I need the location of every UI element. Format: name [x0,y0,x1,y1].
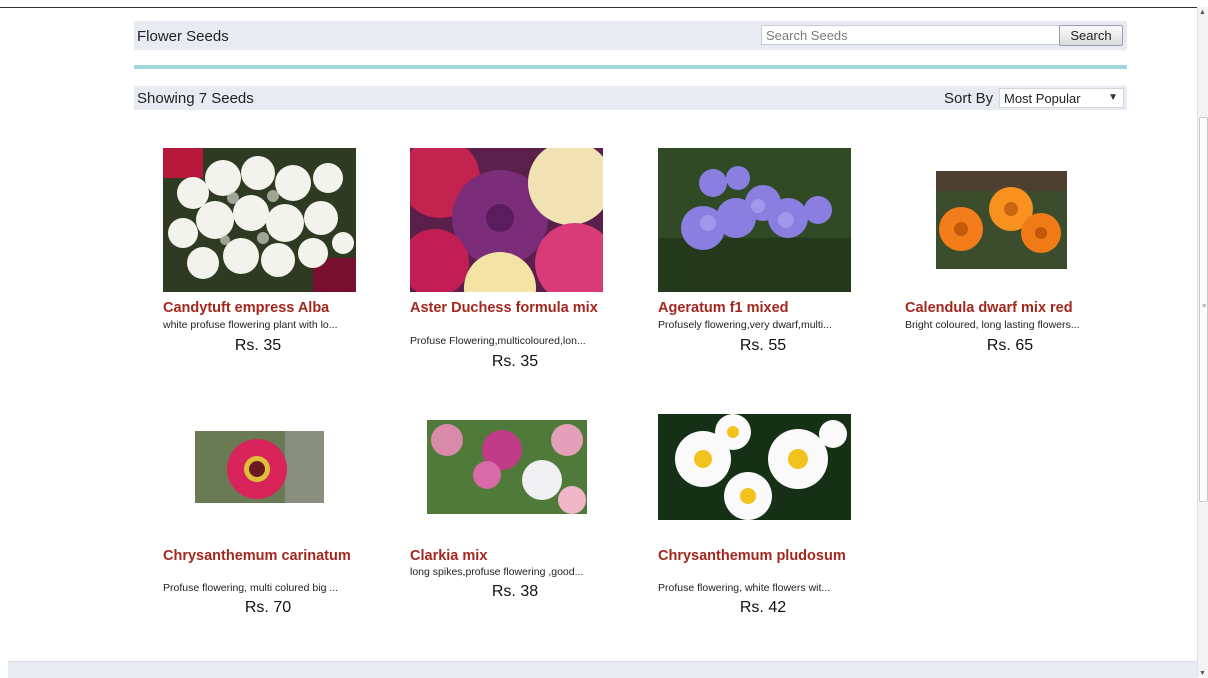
product-image[interactable] [658,414,851,520]
product-description: Bright coloured, long lasting flowers... [905,319,1080,331]
scroll-up-icon[interactable]: ▲ [1199,9,1206,16]
results-count: Showing 7 Seeds [137,90,254,107]
vertical-scrollbar[interactable]: ▲ ≡ ▼ [1197,7,1208,677]
product-price: Rs. 65 [986,337,1034,354]
product-name[interactable]: Chrysanthemum carinatum [163,548,358,564]
product-image[interactable] [658,148,851,292]
product-price: Rs. 35 [491,353,539,370]
accent-divider [134,65,1127,69]
sort-select[interactable]: Most Popular ▼ [999,88,1124,108]
search-input[interactable] [761,25,1062,45]
header-bar: Flower Seeds Search [134,21,1127,50]
product-description: Profuse Flowering,multicoloured,lon... [410,335,586,347]
product-price: Rs. 55 [739,337,787,354]
product-name[interactable]: Ageratum f1 mixed [658,300,853,316]
product-price: Rs. 35 [234,337,282,354]
footer-bar [8,661,1197,678]
product-name[interactable]: Chrysanthemum pludosum [658,548,853,564]
product-description: Profuse flowering, multi colured big ... [163,582,339,594]
product-price: Rs. 70 [244,599,292,616]
product-price: Rs. 42 [739,599,787,616]
product-description: white profuse flowering plant with lo... [163,319,338,331]
product-image[interactable] [936,171,1067,269]
page-title: Flower Seeds [137,28,229,45]
sort-label: Sort By [944,90,994,107]
product-image[interactable] [163,148,356,292]
product-image[interactable] [427,420,587,514]
product-description: Profusely flowering,very dwarf,multi... [658,319,832,331]
product-image[interactable] [195,431,324,503]
product-name[interactable]: Calendula dwarf mix red [905,300,1100,316]
product-description: long spikes,profuse flowering ,good... [410,566,584,578]
product-name[interactable]: Clarkia mix [410,548,605,564]
scroll-down-icon[interactable]: ▼ [1199,670,1206,677]
product-description: Profuse flowering, white flowers wit... [658,582,831,594]
product-image[interactable] [410,148,603,292]
chevron-down-icon: ▼ [1108,92,1118,103]
grip-icon: ≡ [1202,303,1207,310]
product-price: Rs. 38 [491,583,539,600]
sort-selected-value: Most Popular [1004,91,1081,106]
product-name[interactable]: Aster Duchess formula mix [410,300,605,316]
scroll-thumb[interactable]: ≡ [1199,117,1208,502]
results-bar: Showing 7 Seeds Sort By Most Popular ▼ [134,86,1127,110]
search-button[interactable]: Search [1059,25,1123,46]
top-divider [0,7,1197,8]
product-name[interactable]: Candytuft empress Alba [163,300,358,316]
